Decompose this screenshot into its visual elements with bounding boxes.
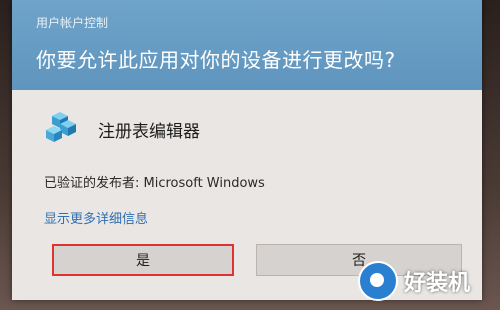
dialog-title: 用户帐户控制 bbox=[36, 16, 109, 30]
watermark: 好装机 bbox=[358, 258, 498, 304]
app-name: 注册表编辑器 bbox=[98, 122, 200, 142]
uac-dialog: 用户帐户控制 你要允许此应用对你的设备进行更改吗? 注册表编辑器 已验证的发布者… bbox=[12, 0, 482, 300]
registry-editor-icon bbox=[46, 112, 76, 142]
publisher-text: 已验证的发布者: Microsoft Windows bbox=[44, 176, 265, 191]
watermark-logo-icon bbox=[358, 261, 398, 301]
watermark-text: 好装机 bbox=[404, 271, 471, 296]
dialog-header: 用户帐户控制 你要允许此应用对你的设备进行更改吗? bbox=[12, 0, 482, 90]
yes-button[interactable]: 是 bbox=[52, 244, 234, 276]
app-info: 注册表编辑器 bbox=[46, 108, 446, 148]
dialog-question: 你要允许此应用对你的设备进行更改吗? bbox=[36, 48, 396, 72]
show-details-link[interactable]: 显示更多详细信息 bbox=[44, 208, 148, 227]
